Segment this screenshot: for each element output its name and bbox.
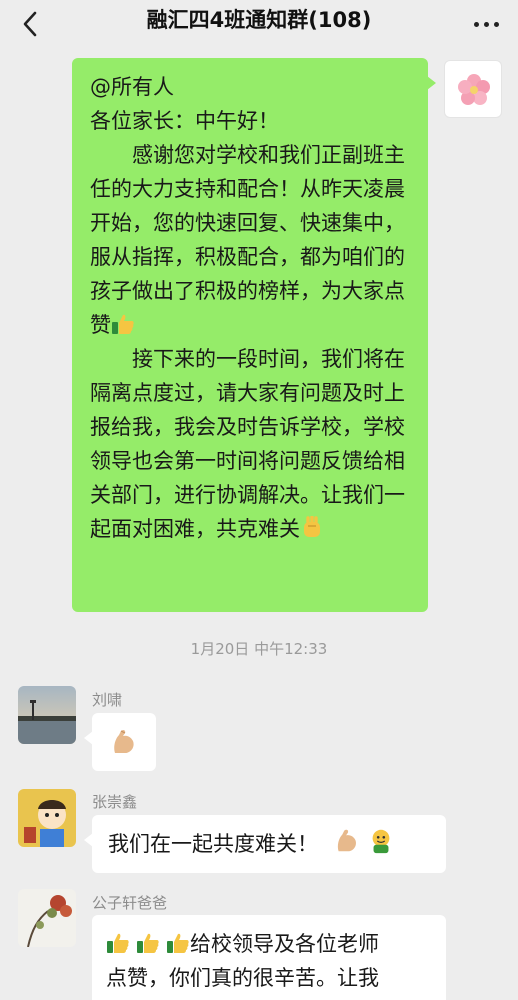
message-bubble-liuxiao[interactable] bbox=[84, 713, 156, 771]
more-dots-icon[interactable] bbox=[468, 6, 504, 42]
message-text: 我们在一起共度难关！ bbox=[108, 832, 318, 856]
flexed-biceps-emoji-icon bbox=[337, 829, 356, 852]
flower-avatar-icon bbox=[458, 74, 490, 105]
thumbs-up-emoji-icon bbox=[137, 933, 159, 953]
message-paragraph-1: 感谢您对学校和我们正副班主任的大力支持和配合！从昨天凌晨开始，您的快速回复、快速… bbox=[90, 143, 405, 337]
message-bubble-gongzixuanbaba[interactable]: 给校领导及各位老师 点赞，你们真的很辛苦。让我 bbox=[92, 915, 446, 1000]
chat-header: 融汇四4班通知群(108) bbox=[0, 0, 518, 48]
chat-title: 融汇四4班通知群(108) bbox=[146, 8, 372, 32]
tree-photo-avatar bbox=[18, 889, 76, 947]
avatar-liuxiao[interactable] bbox=[18, 686, 76, 744]
cartoon-boy-avatar bbox=[18, 789, 76, 847]
avatar-zhangchongxin[interactable] bbox=[18, 789, 76, 847]
avatar-gongzixuanbaba[interactable] bbox=[18, 889, 76, 947]
thumbs-up-emoji-icon bbox=[112, 314, 134, 334]
message-bubble-zhangchongxin[interactable]: 我们在一起共度难关！ bbox=[84, 815, 446, 873]
mention-all[interactable]: @所有人 bbox=[90, 70, 414, 104]
sender-name: 公子轩爸爸 bbox=[92, 894, 168, 912]
message-bubble-own[interactable]: @所有人 各位家长：中午好！ 感谢您对学校和我们正副班主任的大力支持和配合！从昨… bbox=[72, 58, 436, 612]
greeting-line: 各位家长：中午好！ bbox=[90, 109, 279, 133]
message-text-cont: 点赞，你们真的很辛苦。让我 bbox=[106, 966, 379, 990]
thumbs-up-emoji-icon bbox=[167, 933, 189, 953]
thumbs-up-emoji-icon bbox=[107, 933, 129, 953]
message-timestamp: 1月20日 中午12:33 bbox=[190, 640, 328, 658]
flexed-biceps-emoji-icon bbox=[114, 729, 134, 753]
hugging-face-emoji-icon bbox=[372, 829, 390, 854]
sender-name: 刘啸 bbox=[92, 691, 123, 709]
fist-emoji-icon bbox=[304, 516, 320, 537]
message-paragraph-2: 接下来的一段时间，我们将在隔离点度过，请大家有问题及时上报给我，我会及时告诉学校… bbox=[90, 347, 405, 541]
message-text: 给校领导及各位老师 bbox=[190, 932, 379, 956]
my-avatar[interactable] bbox=[444, 60, 502, 118]
sender-name: 张崇鑫 bbox=[92, 793, 138, 811]
lake-photo-avatar bbox=[18, 686, 76, 744]
